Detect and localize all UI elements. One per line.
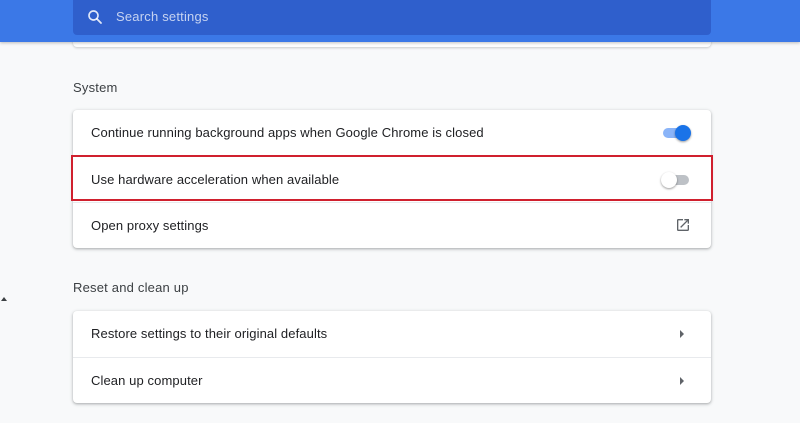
setting-row-restore-defaults[interactable]: Restore settings to their original defau…: [73, 311, 711, 357]
setting-row-clean-up[interactable]: Clean up computer: [73, 357, 711, 403]
setting-row-background-apps[interactable]: Continue running background apps when Go…: [73, 110, 711, 156]
setting-label: Continue running background apps when Go…: [91, 125, 484, 140]
caret-up-icon[interactable]: [0, 296, 8, 302]
setting-label: Clean up computer: [91, 373, 203, 388]
section-title-system: System: [73, 80, 118, 95]
reset-card: Restore settings to their original defau…: [73, 311, 711, 403]
arrow-right-icon[interactable]: [678, 375, 686, 387]
search-input[interactable]: Search settings: [116, 9, 209, 24]
setting-label: Open proxy settings: [91, 218, 209, 233]
background-apps-toggle[interactable]: [661, 125, 691, 141]
arrow-right-icon[interactable]: [678, 328, 686, 340]
setting-label: Restore settings to their original defau…: [91, 326, 328, 341]
search-icon: [88, 10, 102, 24]
settings-page: Search settings System Continue running …: [0, 0, 800, 423]
section-title-reset: Reset and clean up: [73, 280, 189, 295]
search-box[interactable]: Search settings: [73, 0, 711, 35]
setting-row-proxy[interactable]: Open proxy settings: [73, 202, 711, 248]
settings-header: Search settings: [0, 0, 800, 42]
highlight-annotation: [71, 155, 713, 201]
launch-icon[interactable]: [675, 217, 691, 233]
toggle-knob: [675, 125, 691, 141]
